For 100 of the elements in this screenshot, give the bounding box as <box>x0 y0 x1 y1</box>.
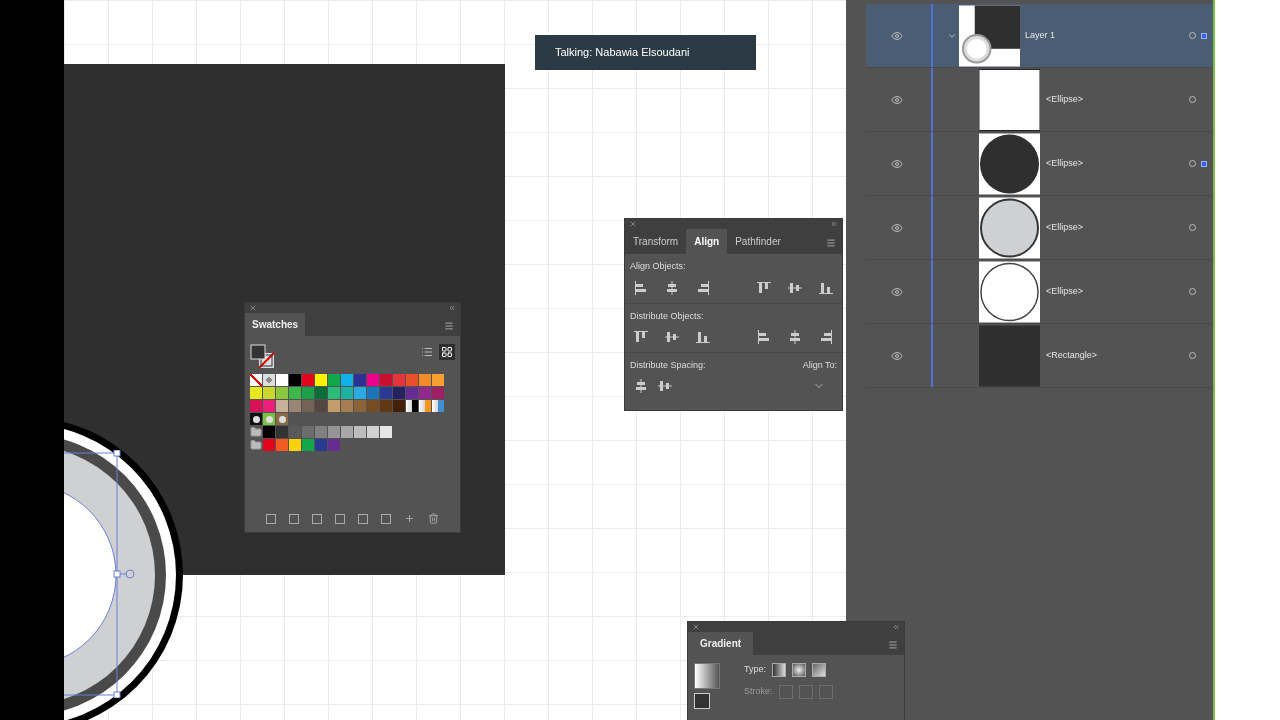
color-swatch[interactable] <box>367 374 379 386</box>
color-swatch[interactable] <box>315 439 327 451</box>
panel-tool-icon[interactable] <box>381 513 391 524</box>
color-swatch[interactable] <box>328 426 340 438</box>
color-swatch[interactable] <box>354 400 366 412</box>
visibility-eye-icon[interactable] <box>891 29 903 42</box>
color-swatch[interactable] <box>393 387 405 399</box>
color-swatch[interactable] <box>419 387 431 399</box>
color-swatch[interactable] <box>354 387 366 399</box>
color-swatch[interactable] <box>367 400 379 412</box>
color-swatch[interactable] <box>354 426 366 438</box>
color-swatch[interactable] <box>263 387 275 399</box>
collapse-icon[interactable] <box>448 304 456 312</box>
selection-bounding-box[interactable] <box>64 450 136 698</box>
color-swatch[interactable] <box>302 426 314 438</box>
fill-stroke-icon[interactable] <box>250 344 276 370</box>
color-swatch[interactable] <box>315 400 327 412</box>
layer-row[interactable]: <Ellipse> <box>866 260 1213 324</box>
color-swatch[interactable] <box>406 374 418 386</box>
fill-swatch[interactable] <box>694 693 710 709</box>
color-swatch[interactable] <box>276 387 288 399</box>
color-swatch[interactable] <box>406 387 418 399</box>
pattern-swatch[interactable] <box>263 413 275 425</box>
color-swatch[interactable] <box>328 400 340 412</box>
color-swatch[interactable] <box>276 374 288 386</box>
color-swatch[interactable] <box>328 387 340 399</box>
color-swatch[interactable] <box>432 387 444 399</box>
close-icon[interactable] <box>692 623 700 631</box>
visibility-eye-icon[interactable] <box>891 157 903 170</box>
freeform-gradient-button[interactable] <box>812 663 826 677</box>
new-swatch-icon[interactable] <box>404 513 415 524</box>
color-swatch[interactable] <box>380 400 392 412</box>
color-swatch[interactable] <box>328 439 340 451</box>
delete-icon[interactable] <box>428 513 439 524</box>
panel-menu-icon[interactable] <box>888 640 898 650</box>
panel-tab[interactable]: Align <box>686 229 728 254</box>
color-swatch[interactable] <box>302 374 314 386</box>
color-swatch[interactable] <box>432 374 444 386</box>
pattern-swatch[interactable] <box>250 413 262 425</box>
color-swatch[interactable] <box>302 439 314 451</box>
panel-menu-icon[interactable] <box>826 238 836 248</box>
visibility-eye-icon[interactable] <box>891 349 903 362</box>
visibility-eye-icon[interactable] <box>891 93 903 106</box>
grid-view-icon[interactable] <box>439 344 455 360</box>
list-view-icon[interactable] <box>421 346 433 358</box>
none-swatch[interactable] <box>250 374 262 386</box>
color-swatch[interactable] <box>341 426 353 438</box>
color-swatch[interactable] <box>263 439 275 451</box>
color-swatch[interactable] <box>380 374 392 386</box>
collapse-icon[interactable] <box>892 623 900 631</box>
layer-row[interactable]: <Ellipse> <box>866 132 1213 196</box>
layer-row[interactable]: <Ellipse> <box>866 68 1213 132</box>
color-swatch[interactable] <box>354 374 366 386</box>
stroke-gradient-button[interactable] <box>818 685 833 699</box>
layer-row[interactable]: Layer 1 <box>866 4 1213 68</box>
radial-gradient-button[interactable] <box>792 663 806 677</box>
panel-tool-icon[interactable] <box>266 513 276 524</box>
color-swatch[interactable] <box>276 426 288 438</box>
panel-tab[interactable]: Transform <box>625 229 687 254</box>
color-swatch[interactable] <box>380 426 392 438</box>
color-swatch[interactable] <box>367 387 379 399</box>
color-swatch[interactable] <box>289 439 301 451</box>
color-swatch[interactable] <box>328 374 340 386</box>
layer-row[interactable]: <Rectangle> <box>866 324 1213 388</box>
gradient-tab[interactable]: Gradient <box>688 632 754 655</box>
color-swatch[interactable] <box>315 387 327 399</box>
stroke-gradient-button[interactable] <box>778 685 793 699</box>
color-swatch[interactable] <box>380 387 392 399</box>
folder-icon[interactable] <box>250 439 262 451</box>
gradient-preview[interactable] <box>694 663 720 689</box>
color-swatch[interactable] <box>315 374 327 386</box>
color-swatch[interactable] <box>393 374 405 386</box>
panel-tab[interactable]: Pathfinder <box>727 229 789 254</box>
color-swatch[interactable] <box>302 387 314 399</box>
close-icon[interactable] <box>629 220 637 228</box>
folder-icon[interactable] <box>250 426 262 438</box>
panel-tool-icon[interactable] <box>335 513 345 524</box>
layer-row[interactable]: <Ellipse> <box>866 196 1213 260</box>
color-swatch[interactable] <box>315 426 327 438</box>
color-swatch[interactable] <box>250 387 262 399</box>
panel-tool-icon[interactable] <box>289 513 299 524</box>
panel-tool-icon[interactable] <box>312 513 322 524</box>
color-swatch[interactable] <box>289 400 301 412</box>
swatches-tab[interactable]: Swatches <box>245 313 306 336</box>
registration-swatch[interactable] <box>263 374 275 386</box>
gradient-swatch[interactable] <box>406 400 418 412</box>
visibility-eye-icon[interactable] <box>891 221 903 234</box>
stroke-gradient-button[interactable] <box>798 685 813 699</box>
color-swatch[interactable] <box>302 400 314 412</box>
panel-menu-icon[interactable] <box>444 321 454 331</box>
color-swatch[interactable] <box>263 426 275 438</box>
color-swatch[interactable] <box>289 374 301 386</box>
color-swatch[interactable] <box>276 400 288 412</box>
color-swatch[interactable] <box>276 439 288 451</box>
collapse-icon[interactable] <box>830 220 838 228</box>
close-icon[interactable] <box>249 304 257 312</box>
panel-tool-icon[interactable] <box>358 513 368 524</box>
color-swatch[interactable] <box>289 387 301 399</box>
color-swatch[interactable] <box>341 374 353 386</box>
gradient-swatch[interactable] <box>432 400 444 412</box>
